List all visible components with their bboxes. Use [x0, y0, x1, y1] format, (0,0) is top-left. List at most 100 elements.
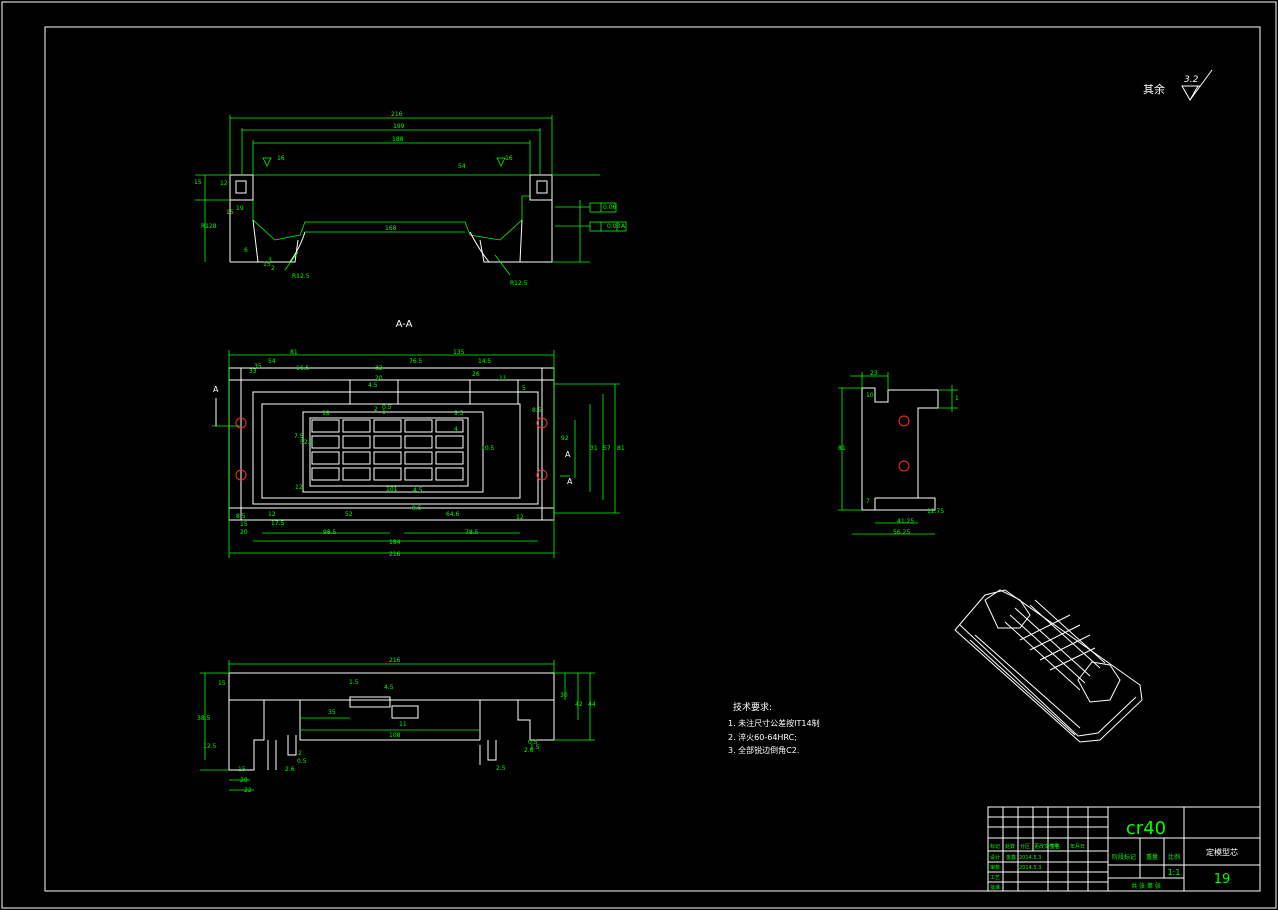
tb-row: 工艺: [990, 875, 1000, 881]
dimension-label: 41.25: [897, 518, 914, 525]
designer: 金鑫: [1006, 854, 1016, 861]
dimension-label: 20: [240, 529, 248, 536]
dimension-label: 81: [617, 445, 625, 452]
tb-header: 标记: [990, 843, 1000, 850]
dimension-label: 78.5: [465, 529, 479, 536]
dimension-label: 10: [866, 392, 874, 399]
tb-header: 处数: [1005, 843, 1015, 850]
dimension-label: 19: [236, 205, 244, 212]
dimension-label: 2: [298, 750, 302, 757]
isometric-view: [954, 589, 1143, 743]
tb-header: 分区: [1020, 843, 1030, 850]
view-mark: A: [213, 385, 219, 394]
surface-finish-label: 其余: [1143, 82, 1165, 96]
sheet-label: 共 张 第 张: [1131, 882, 1161, 890]
dimension-label: 9.5: [454, 410, 464, 417]
dimension-label: 12.5: [203, 743, 217, 750]
tb-row: 审核: [990, 864, 1000, 871]
dimension-label: 4.5: [413, 487, 423, 494]
dimension-label: 20: [375, 375, 383, 382]
dimension-label: 1.5: [349, 679, 359, 686]
dimension-label: 0.03: [607, 223, 621, 230]
dimension-label: 188: [392, 136, 404, 143]
dimension-label: 54: [268, 358, 276, 365]
dimension-label: 16: [505, 155, 513, 162]
surface-finish-value: 3.2: [1184, 75, 1199, 85]
hole: [898, 415, 910, 427]
dims-bot: 216 1.5 4.5 35 11 108 15 30 42 44 38.5 12.5 20 15 22 2.…: [197, 657, 596, 794]
dimension-label: 32: [375, 365, 383, 372]
dimension-label: 15: [194, 179, 202, 186]
dimension-label: 22: [244, 787, 252, 794]
front-view: [200, 660, 595, 791]
dimension-label: 11: [499, 375, 507, 382]
dimension-label: 52.5: [300, 439, 314, 446]
design-date: 2014.5.3: [1019, 855, 1041, 861]
dimension-label: 199: [393, 123, 405, 130]
dimension-label: 16: [277, 155, 285, 162]
tb-row: 设计: [990, 854, 1000, 861]
dimension-label: 92: [561, 435, 569, 442]
dimension-label: 8.5: [532, 407, 542, 414]
dims-side: 23 10 81 7 41.25 56.25 12.75 1: [838, 370, 959, 536]
dimension-label: 35: [328, 709, 336, 716]
dimension-label: 38.5: [197, 715, 211, 722]
dimension-label: 8.5: [236, 513, 246, 520]
dimension-label: 26: [472, 371, 480, 378]
dimension-label: 18: [322, 410, 330, 417]
dimension-label: 15: [238, 766, 246, 773]
dimension-label: R128: [201, 223, 217, 230]
dimension-label: 7: [866, 498, 870, 505]
dimension-label: 2: [271, 265, 275, 272]
tb-header: 年月日: [1070, 843, 1085, 850]
dimension-label: 0.5: [297, 758, 307, 765]
dimension-label: 2: [374, 406, 378, 413]
dimension-label: 101: [386, 486, 398, 493]
section-view-top: [195, 115, 627, 276]
dimension-label: 4: [454, 426, 458, 433]
dimension-label: 4.5: [384, 684, 394, 691]
dimension-label: 6: [244, 247, 248, 254]
dimension-label: 11: [399, 721, 407, 728]
cad-drawing: A-A A A A 其余 3.2 技术要求: 1. 未注尺寸公差按IT14制 2…: [1, 1, 1277, 909]
dimension-label: 33: [249, 368, 257, 375]
dimension-label: 52: [345, 511, 353, 518]
dimension-label: 57: [603, 445, 611, 452]
dimension-label: 20: [240, 777, 248, 784]
dimension-label: 12.75: [927, 508, 944, 515]
scale-value: 1:1: [1168, 868, 1181, 877]
outer-frame: [1, 1, 1277, 909]
dimension-label: 98.5: [323, 529, 337, 536]
dimension-label: 14.5: [478, 358, 492, 365]
dimension-label: 108: [389, 732, 401, 739]
dimension-label: 1: [955, 395, 959, 402]
dimension-label: 12: [268, 511, 276, 518]
dimension-label: 10.5: [481, 445, 495, 452]
tb-header: 签名: [1050, 843, 1060, 850]
dimension-label: 4.5: [368, 382, 378, 389]
view-mark: A: [567, 477, 573, 486]
dimension-label: 31: [590, 445, 598, 452]
dimension-label: 2.6: [524, 747, 534, 754]
dimension-label: 54: [458, 163, 466, 170]
dims-top: 21619918816 1615 121519R12861532168R12.5R1…: [194, 111, 626, 287]
dimension-label: 81: [290, 349, 298, 356]
dimension-label: 15: [226, 209, 234, 216]
dimension-label: 2.5: [496, 765, 506, 772]
dimension-label: 76.5: [409, 358, 423, 365]
tech-req-item: 1. 未注尺寸公差按IT14制: [728, 718, 820, 728]
dimension-label: 15: [240, 521, 248, 528]
dimension-label: 168: [385, 225, 397, 232]
material: cr40: [1126, 818, 1166, 839]
view-mark: A: [565, 450, 571, 459]
dimension-label: 5: [522, 385, 526, 392]
tech-req-title: 技术要求:: [733, 701, 772, 713]
dimension-label: 15: [218, 680, 226, 687]
section-label: A-A: [396, 319, 413, 330]
dimension-label: 0.5: [382, 404, 392, 411]
dimension-label: 23: [870, 370, 878, 377]
dimension-label: 0.06: [603, 204, 617, 211]
dimension-label: R12.5: [292, 273, 310, 280]
dimension-label: 2.6: [285, 766, 295, 773]
dimension-label: 135: [453, 349, 465, 356]
